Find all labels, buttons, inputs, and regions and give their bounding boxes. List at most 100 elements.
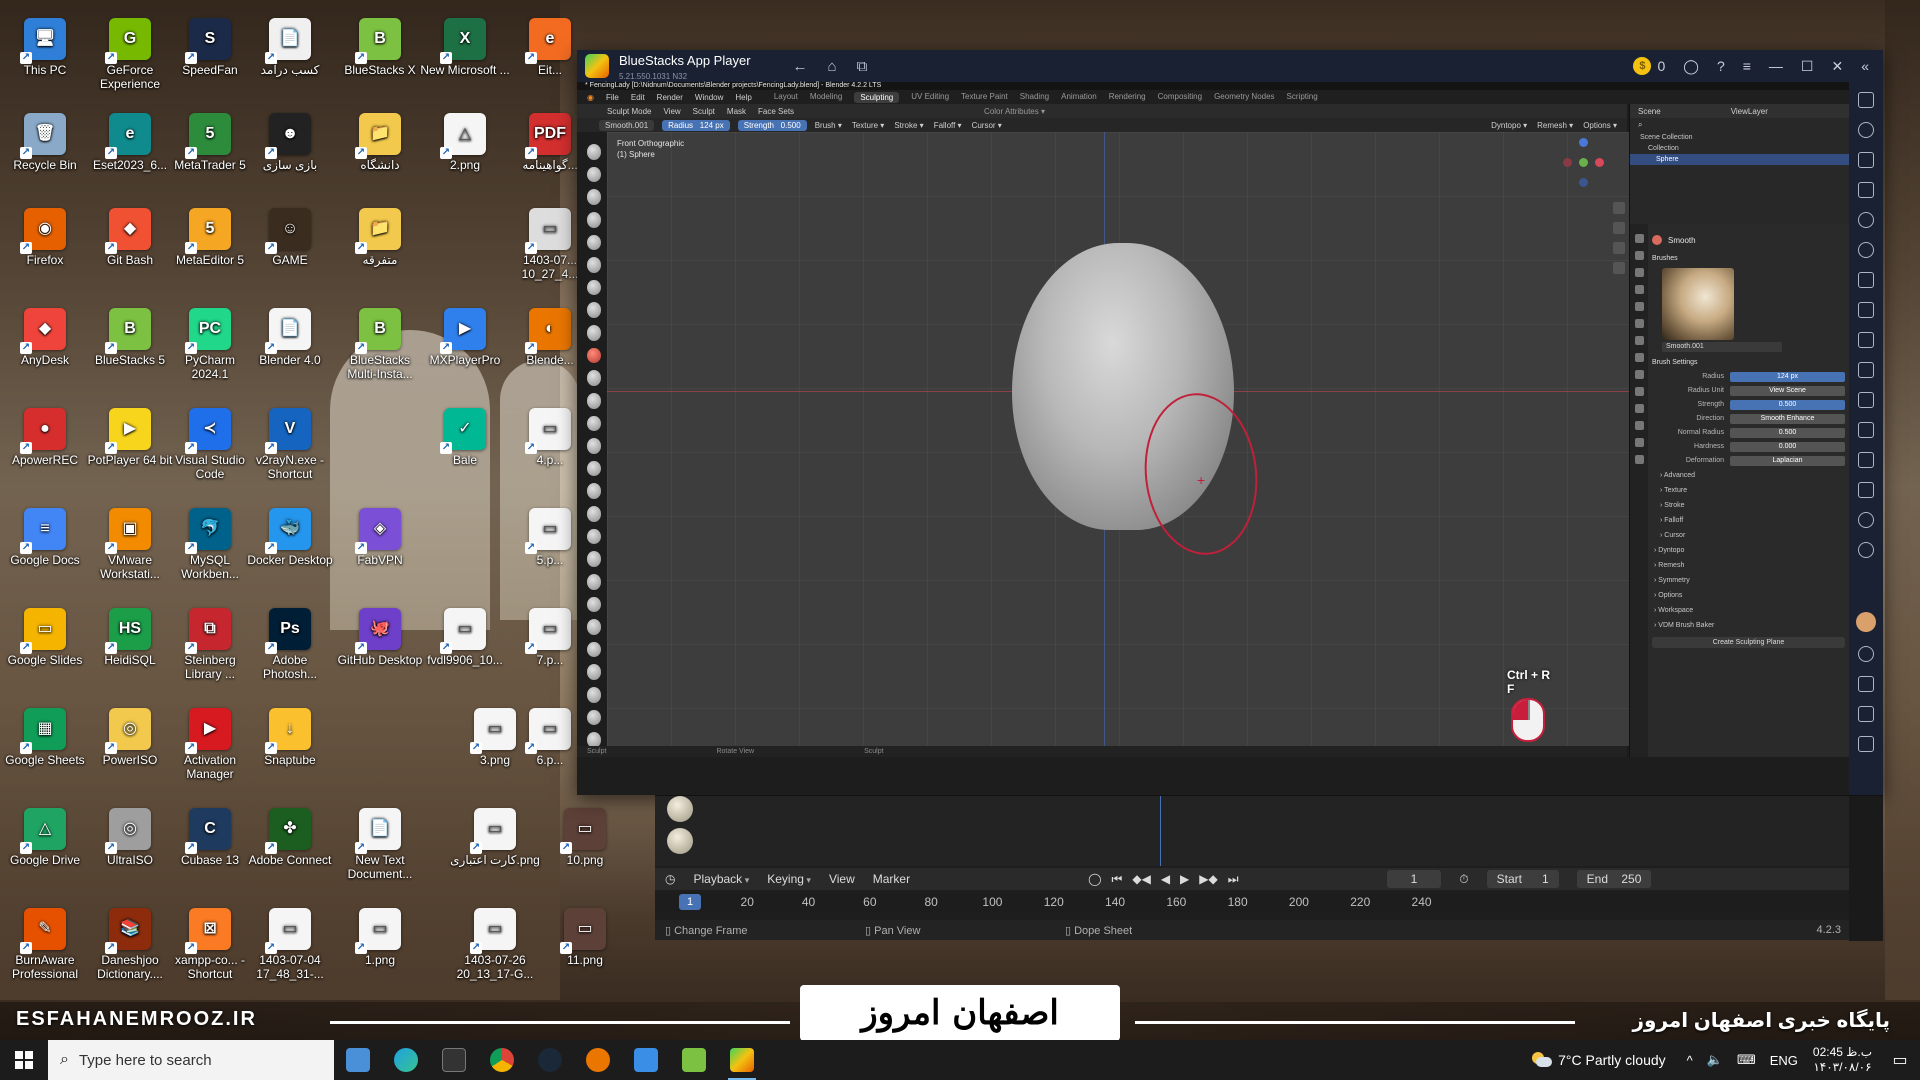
desktop-icon-1403-07-04-17-48-31[interactable]: ▭1403-07-04 17_48_31-... (245, 908, 335, 981)
jump-end-icon[interactable]: ⏭ (1228, 872, 1239, 887)
desktop-icon-fabvpn[interactable]: ◈FabVPN (335, 508, 425, 567)
sculpt-brush-icon[interactable] (587, 596, 601, 613)
edge-app-icon[interactable] (382, 1040, 430, 1080)
desktop-icon-item[interactable]: 📁دانشگاه (335, 113, 425, 172)
keyboard-controls-icon[interactable] (1858, 152, 1874, 168)
header-mask[interactable]: Mask (727, 107, 746, 116)
tool-menu-brush[interactable]: Brush ▾ (815, 121, 842, 130)
desktop-icon-geforce-experience[interactable]: GGeForce Experience (85, 18, 175, 91)
sculpt-brush-icon[interactable] (587, 483, 601, 499)
outliner-row-sphere[interactable]: Sphere (1630, 154, 1849, 165)
desktop-icon-game[interactable]: ☺GAME (245, 208, 335, 267)
desktop-icon-heidisql[interactable]: HSHeidiSQL (85, 608, 175, 667)
desktop-icon-cubase-13[interactable]: CCubase 13 (165, 808, 255, 867)
desktop-icon-fvdl9906-10[interactable]: ▭fvdl9906_10... (420, 608, 510, 667)
view-layer-selector[interactable]: ViewLayer (1731, 107, 1768, 116)
prop-value-field[interactable]: Laplacian (1730, 455, 1845, 466)
language-indicator[interactable]: ENG (1770, 1053, 1798, 1068)
desktop-icon-xampp-co-shortcut[interactable]: ⊠xampp-co... - Shortcut (165, 908, 255, 981)
prop-value-field[interactable]: 0.500 (1730, 399, 1845, 410)
recents-icon[interactable] (1858, 736, 1874, 752)
tab-sculpting[interactable]: Sculpting (854, 91, 900, 103)
desktop-icon-poweriso[interactable]: ◎PowerISO (85, 708, 175, 767)
frame-ruler[interactable]: 1 20 40 60 80 100 120 140 160 180 200 220 240 (655, 892, 1849, 912)
brushes-panel-header[interactable]: Brushes (1652, 254, 1845, 264)
prop-value-field[interactable]: 124 px (1730, 371, 1845, 382)
properties-tab-material-icon[interactable] (1634, 438, 1644, 447)
panel-options[interactable]: › Options (1652, 590, 1845, 601)
desktop-icon-v2rayn-exe-shortcut[interactable]: Vv2rayN.exe - Shortcut (245, 408, 335, 481)
tab-compositing[interactable]: Compositing (1158, 92, 1202, 103)
properties-tab-tool-icon[interactable] (1634, 234, 1644, 243)
notepadpp-app-icon[interactable] (670, 1040, 718, 1080)
fullscreen-icon[interactable] (1858, 92, 1874, 108)
home-icon[interactable]: ⌂ (828, 58, 837, 75)
gizmo-neg-z-icon[interactable] (1579, 178, 1588, 187)
tab-layout[interactable]: Layout (774, 92, 798, 103)
desktop-icon-github-desktop[interactable]: 🐙GitHub Desktop (335, 608, 425, 667)
desktop-icon-pycharm-2024-1[interactable]: PCPyCharm 2024.1 (165, 308, 255, 381)
tool-menu-remesh[interactable]: Remesh ▾ (1537, 121, 1573, 130)
sculpt-brush-icon[interactable] (587, 573, 601, 590)
ortho-toggle-icon[interactable] (1613, 262, 1625, 274)
sculpt-brush-icon[interactable] (587, 415, 601, 432)
desktop-icon-speedfan[interactable]: SSpeedFan (165, 18, 255, 77)
chevron-up-icon[interactable]: ^ (1687, 1053, 1693, 1068)
properties-tab-world-icon[interactable] (1634, 319, 1644, 328)
gizmo-x-icon[interactable] (1595, 158, 1604, 167)
desktop-icon-activation-manager[interactable]: ▶Activation Manager (165, 708, 255, 781)
blender-logo-icon[interactable]: ◉ (587, 93, 594, 102)
sculpt-brush-icon[interactable] (587, 664, 601, 680)
header-sculpt-mode[interactable]: Sculpt Mode (607, 107, 651, 116)
subpanel-stroke[interactable]: › Stroke (1652, 500, 1845, 511)
desktop-icon-steinberg-library[interactable]: ⧉Steinberg Library ... (165, 608, 255, 681)
tool-menu-stroke[interactable]: Stroke ▾ (894, 121, 923, 130)
outliner-row-collection[interactable]: Collection (1630, 143, 1849, 154)
coin-icon[interactable]: $ (1633, 57, 1652, 75)
folder-icon[interactable] (1858, 392, 1874, 408)
gizmo-neg-x-icon[interactable] (1563, 158, 1572, 167)
blender-app-icon[interactable] (574, 1040, 622, 1080)
paint-app-icon[interactable] (622, 1040, 670, 1080)
preview-range-icon[interactable]: ⏱ (1459, 872, 1468, 887)
tab-modeling[interactable]: Modeling (810, 92, 842, 103)
sculpt-brush-icon[interactable] (587, 257, 601, 273)
desktop-icon-potplayer-64-bit[interactable]: ▶PotPlayer 64 bit (85, 408, 175, 467)
sculpt-brush-icon[interactable] (587, 641, 601, 658)
desktop-icon-visual-studio-code[interactable]: ≺Visual Studio Code (165, 408, 255, 481)
properties-tab-texture-icon[interactable] (1634, 455, 1644, 464)
clock[interactable]: 02:45 ب.ظ ۱۴۰۳/۰۸/۰۶ (1813, 1045, 1872, 1075)
sculpt-brush-icon[interactable] (587, 302, 601, 318)
properties-tab-render-icon[interactable] (1634, 251, 1644, 260)
back-icon[interactable]: ← (793, 58, 808, 75)
matcap-thumb-icon[interactable] (667, 828, 693, 854)
header-sculpt[interactable]: Sculpt (693, 107, 715, 116)
panel-dyntopo[interactable]: › Dyntopo (1652, 545, 1845, 556)
desktop-icon-1403-07-26-20-13-17-g[interactable]: ▭1403-07-26 20_13_17-G... (450, 908, 540, 981)
rotate-icon[interactable] (1858, 242, 1874, 258)
desktop-icon-google-docs[interactable]: ≡Google Docs (0, 508, 90, 567)
prop-value-field[interactable]: View Scene (1730, 385, 1845, 396)
prop-value-field[interactable]: 0.500 (1730, 427, 1845, 438)
matcap-thumb-icon[interactable] (667, 796, 693, 822)
sculpt-brush-icon[interactable] (587, 189, 601, 205)
menu-icon[interactable]: ≡ (1743, 58, 1751, 74)
desktop-icon-2-png[interactable]: △2.png (420, 113, 510, 172)
sculpt-brush-icon[interactable] (587, 528, 601, 545)
gizmo-z-icon[interactable] (1579, 138, 1588, 147)
desktop-icon-bluestacks-multi-insta[interactable]: BBlueStacks Multi-Insta... (335, 308, 425, 381)
desktop-icon-new-text-document[interactable]: 📄New Text Document... (335, 808, 425, 881)
tool-menu-falloff[interactable]: Falloff ▾ (934, 121, 962, 130)
multi-window-icon[interactable]: ⧉ (857, 58, 868, 75)
camera-icon[interactable] (1613, 242, 1625, 254)
prop-value-field[interactable]: 0.000 (1730, 441, 1845, 452)
gizmo-y-icon[interactable] (1579, 158, 1588, 167)
desktop-icon-google-sheets[interactable]: ▦Google Sheets (0, 708, 90, 767)
properties-tab-output-icon[interactable] (1634, 268, 1644, 277)
play-reverse-icon[interactable]: ◀ (1161, 872, 1170, 887)
bluestacks-titlebar[interactable]: BlueStacks App Player 5.21.550.1031 N32 … (577, 50, 1883, 82)
sculpt-brush-icon[interactable] (587, 687, 601, 703)
volume-tray-icon[interactable]: 🔈 (1707, 1052, 1723, 1068)
desktop-icon-daneshjoo-dictionary[interactable]: 📚Daneshjoo Dictionary.... (85, 908, 175, 981)
prop-value-field[interactable]: Smooth Enhance (1730, 413, 1845, 424)
